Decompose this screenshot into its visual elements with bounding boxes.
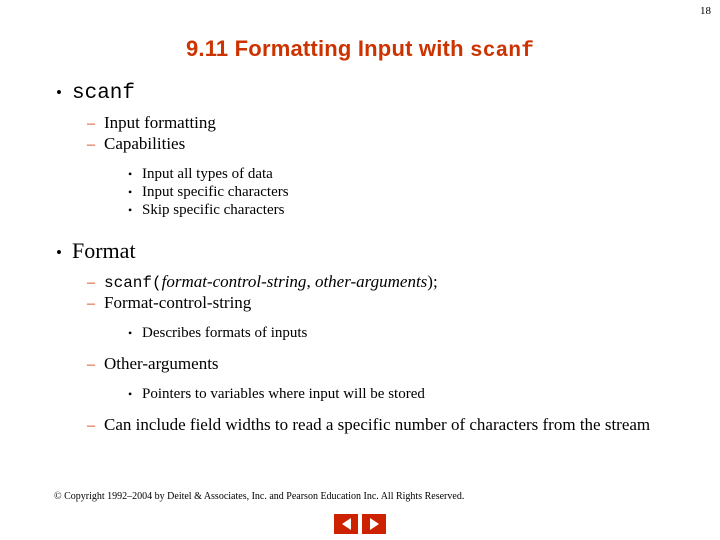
bullet-level2-format-control-string: – Format-control-string [50, 293, 690, 313]
bullet-icon: • [128, 387, 133, 401]
triangle-left-icon [341, 518, 351, 530]
page-title-text: 9.11 Formatting Input with [185, 36, 471, 61]
slide: 18 9.11 Formatting Input with scanf • sc… [0, 0, 720, 540]
bullet-level3-input-specific-chars-label: Input specific characters [142, 184, 289, 200]
page-number: 18 [700, 5, 711, 17]
bullet-level3-input-all-types: • Input all types of data [50, 166, 690, 183]
dash-icon: – [87, 115, 95, 132]
slide-navigation [0, 514, 720, 534]
bullet-icon: • [128, 326, 133, 340]
previous-slide-button[interactable] [334, 514, 358, 534]
bullet-level3-skip-specific-chars-label: Skip specific characters [142, 202, 285, 218]
bullet-level3-pointers-to-variables: • Pointers to variables where input will… [50, 386, 690, 403]
bullet-icon: • [128, 203, 133, 217]
dash-icon: – [87, 274, 95, 291]
bullet-level3-pointers-to-variables-label: Pointers to variables where input will b… [142, 386, 425, 402]
dash-icon: – [87, 417, 95, 434]
bullet-icon: • [56, 83, 62, 102]
bullet-level2-scanf-signature-label: scanf(format-control-string, other-argum… [104, 272, 438, 292]
bullet-level3-skip-specific-chars: • Skip specific characters [50, 202, 690, 219]
dash-icon: – [87, 136, 95, 153]
bullet-level1-scanf-label: scanf [72, 82, 136, 105]
bullet-level2-capabilities: – Capabilities [50, 134, 690, 154]
page-title-mono: scanf [470, 40, 535, 63]
dash-icon: – [87, 356, 95, 373]
bullet-level1-format: • Format [50, 238, 690, 264]
page-title: 9.11 Formatting Input with scanf [0, 36, 720, 63]
scanf-call-end: ); [427, 272, 438, 291]
bullet-icon: • [128, 167, 133, 181]
bullet-level2-format-control-string-label: Format-control-string [104, 293, 252, 312]
bullet-level2-capabilities-label: Capabilities [104, 134, 186, 153]
slide-body: • scanf – Input formatting – Capabilitie… [50, 82, 690, 436]
bullet-level1-format-label: Format [72, 238, 136, 263]
bullet-level2-scanf-signature: – scanf(format-control-string, other-arg… [50, 272, 690, 292]
scanf-call-text: scanf( [104, 274, 162, 292]
triangle-right-icon [369, 518, 379, 530]
dash-icon: – [87, 295, 95, 312]
bullet-level2-other-arguments-label: Other-arguments [104, 354, 219, 373]
bullet-icon: • [128, 185, 133, 199]
bullet-level3-input-specific-chars: • Input specific characters [50, 184, 690, 201]
bullet-level2-input-formatting: – Input formatting [50, 113, 690, 133]
bullet-level2-field-widths-label: Can include field widths to read a speci… [104, 415, 651, 434]
bullet-level3-input-all-types-label: Input all types of data [142, 166, 273, 182]
bullet-level2-field-widths: – Can include field widths to read a spe… [50, 415, 690, 435]
next-slide-button[interactable] [362, 514, 386, 534]
other-arguments-arg: other-arguments [314, 272, 428, 291]
bullet-level1-scanf: • scanf [50, 82, 690, 105]
bullet-level2-other-arguments: – Other-arguments [50, 354, 690, 374]
format-control-string-arg: format-control-string [161, 272, 307, 291]
bullet-level2-input-formatting-label: Input formatting [104, 113, 216, 132]
bullet-level3-describes-formats-label: Describes formats of inputs [142, 325, 308, 341]
arg-separator: , [306, 272, 315, 291]
bullet-level3-describes-formats: • Describes formats of inputs [50, 325, 690, 342]
copyright-notice: © Copyright 1992–2004 by Deitel & Associ… [54, 491, 465, 502]
bullet-icon: • [56, 243, 62, 262]
